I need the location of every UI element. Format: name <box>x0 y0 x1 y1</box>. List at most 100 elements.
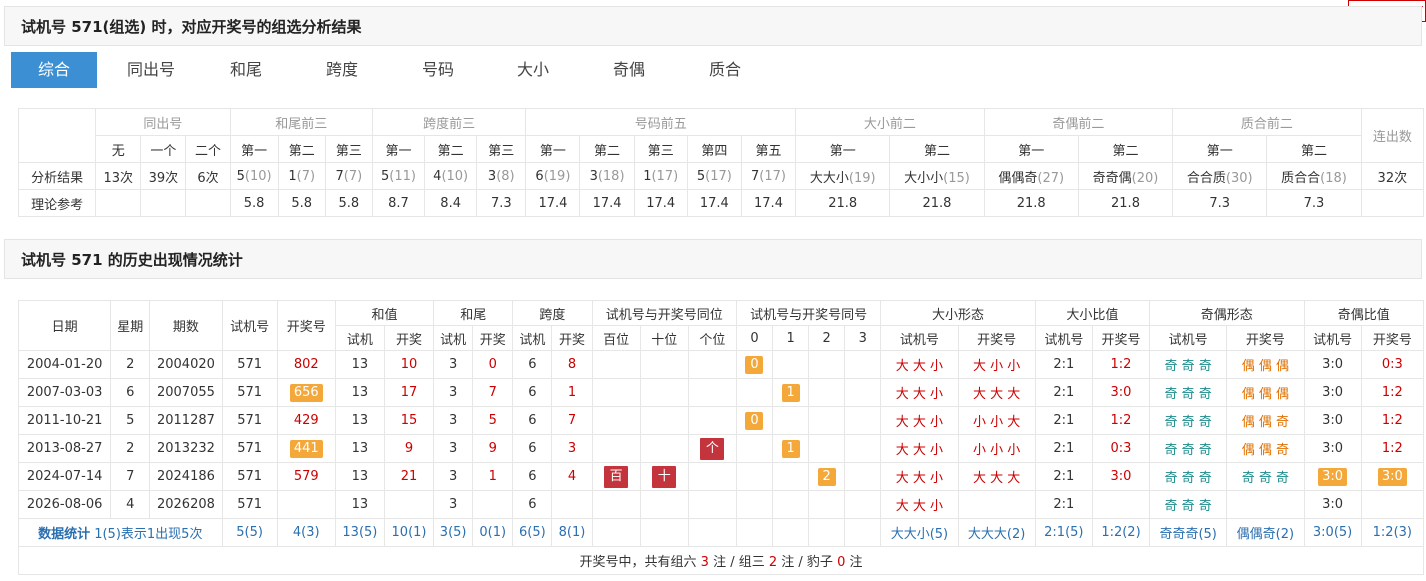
same-position-cell <box>687 490 737 519</box>
summary-cell: 5(10) <box>229 162 279 190</box>
same-position-cell <box>639 350 689 379</box>
summary-cell: 7(17) <box>740 162 797 190</box>
size-pattern-trial: 大 大 小 <box>880 434 959 463</box>
size-pattern-trial: 大 大 小 <box>880 462 959 491</box>
summary-cell: 21.8 <box>795 189 891 217</box>
analysis-tabs: 综合 同出号 和尾 跨度 号码 大小 奇偶 质合 <box>8 52 1422 88</box>
summary-cell <box>95 189 142 217</box>
week-cell: 4 <box>110 490 151 519</box>
size-ratio-draw: 3:0 <box>1091 462 1151 491</box>
tab-kuadu[interactable]: 跨度 <box>299 52 385 88</box>
cell-value: 17.4 <box>538 195 568 211</box>
col-size-ratio: 大小比值 <box>1034 300 1151 326</box>
stats-draw: 4(3) <box>276 518 336 547</box>
footer-summary: 开奖号中，共有组六 3 注 / 组三 2 注 / 豹子 0 注 <box>18 546 1424 575</box>
cell-count: (18) <box>1320 170 1347 186</box>
cell-value: 13次 <box>103 170 134 186</box>
span-trial: 6 <box>512 434 553 463</box>
cell-value: 8.4 <box>440 195 461 211</box>
size-pattern-trial: 大 大 小 <box>880 378 959 407</box>
tab-daxiao[interactable]: 大小 <box>490 52 576 88</box>
span-draw: 1 <box>551 378 593 407</box>
parity-pattern-trial: 奇 奇 奇 <box>1149 406 1228 435</box>
summary-cell: 1(7) <box>277 162 326 190</box>
summary-corner <box>17 108 97 163</box>
tail-trial: 3 <box>433 490 474 519</box>
tab-jiou[interactable]: 奇偶 <box>586 52 672 88</box>
sub-header: 试机 <box>334 325 385 351</box>
col-same-number: 试机号与开奖号同号 <box>735 300 882 326</box>
parity-ratio-value: 3:0 <box>1322 497 1344 512</box>
trial-number-cell: 571 <box>221 490 278 519</box>
cell-count: (27) <box>1037 170 1065 186</box>
tail-draw: 9 <box>472 434 514 463</box>
size-ratio-draw <box>1091 490 1151 519</box>
table-row: 2004-01-20 2 2004020 571 802 13 10 3 0 6 8 0 大 大 小大 … <box>17 350 1425 379</box>
same-number-mark: 0 <box>745 411 764 430</box>
count-zuliu: 3 <box>700 555 709 570</box>
col-draw-number: 开奖号 <box>276 300 336 351</box>
parity-pattern-draw <box>1226 490 1305 519</box>
week-cell: 2 <box>110 434 151 463</box>
summary-cell: 5.8 <box>324 189 373 217</box>
tab-haoma[interactable]: 号码 <box>395 52 481 88</box>
size-ratio-trial: 2:1 <box>1034 490 1093 519</box>
sub-header: 第一 <box>1172 135 1268 163</box>
issue-cell: 2013232 <box>149 434 223 463</box>
same-position-mark: 个 <box>700 437 725 460</box>
sub-header: 无 <box>95 135 142 163</box>
cell-count: (11) <box>389 168 416 184</box>
parity-ratio-value: 1:2 <box>1381 385 1403 400</box>
tab-zhihe[interactable]: 质合 <box>682 52 768 88</box>
sub-header: 开奖 <box>472 325 514 351</box>
stats-empty <box>808 518 846 547</box>
tab-tongchu[interactable]: 同出号 <box>108 52 194 88</box>
tab-hewei[interactable]: 和尾 <box>203 52 289 88</box>
summary-cell: 5.8 <box>277 189 326 217</box>
summary-cell: 6次 <box>185 162 231 190</box>
cell-value: 5.8 <box>243 195 265 211</box>
size-ratio-trial: 2:1 <box>1034 462 1093 491</box>
sub-header: 百位 <box>591 325 641 351</box>
table-row: 2007-03-03 6 2007055 571 656 13 17 3 7 6 1 1 大 大 小大 … <box>17 378 1425 407</box>
sub-header: 第二 <box>424 135 478 163</box>
parity-ratio-value: 0:3 <box>1381 357 1403 372</box>
group-daxiao: 大小前二 <box>795 108 985 136</box>
issue-cell: 2007055 <box>149 378 223 407</box>
stats-cell: 8(1) <box>551 518 593 547</box>
draw-number-cell: 656 <box>276 378 336 407</box>
summary-cell: 17.4 <box>633 189 688 217</box>
cell-value: 7.3 <box>490 195 512 211</box>
sub-header: 试机号 <box>1034 325 1093 351</box>
size-ratio-draw: 0:3 <box>1091 434 1151 463</box>
size-pattern-trial: 大 大 小 <box>880 350 959 379</box>
parity-ratio-draw: 1:2 <box>1360 434 1425 463</box>
sub-header: 第四 <box>686 135 742 163</box>
group-tongchu: 同出号 <box>95 108 231 136</box>
summary-cell: 17.4 <box>740 189 797 217</box>
cell-value: 3 <box>487 168 497 184</box>
summary-cell: 大大小(19) <box>795 162 891 190</box>
size-ratio-trial: 2:1 <box>1034 378 1093 407</box>
same-position-cell <box>591 490 641 519</box>
same-position-mark: 百 <box>604 465 629 488</box>
same-position-cell <box>687 378 737 407</box>
cell-value: 7.3 <box>1303 195 1325 211</box>
parity-ratio-draw <box>1360 490 1425 519</box>
stats-row: 数据统计 1(5)表示1出现5次 5(5) 4(3) 13(5) 10(1) 3(5) 0(… <box>18 518 1425 547</box>
cell-count: (19) <box>543 168 571 184</box>
same-number-cell: 2 <box>808 462 846 491</box>
tail-draw: 1 <box>472 462 514 491</box>
summary-cell: 7(7) <box>324 162 373 190</box>
cell-value: 1 <box>288 168 297 184</box>
sub-header: 开奖 <box>551 325 593 351</box>
stats-cell: 13(5) <box>334 518 385 547</box>
same-position-cell <box>591 434 641 463</box>
col-trial-number: 试机号 <box>221 300 278 351</box>
parity-ratio-trial: 3:0 <box>1303 434 1362 463</box>
same-number-cell <box>844 378 882 407</box>
col-week: 星期 <box>110 300 151 351</box>
tab-zonghe[interactable]: 综合 <box>11 52 97 88</box>
footer-text: 注 / 组三 <box>708 555 769 570</box>
sub-header: 第三 <box>476 135 527 163</box>
